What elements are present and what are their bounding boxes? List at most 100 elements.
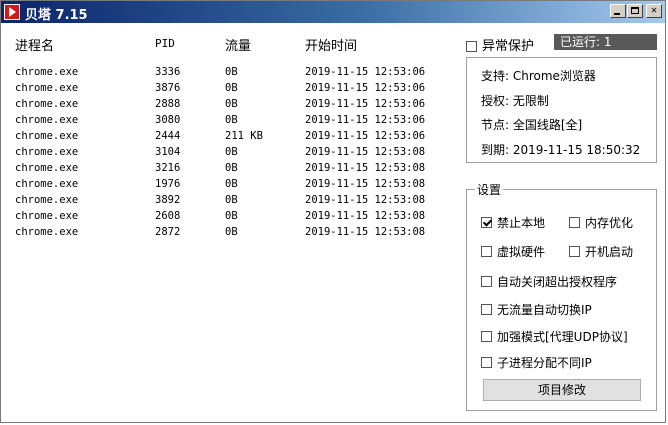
abnormal-protect-label: 异常保护 xyxy=(482,39,535,54)
virtual-hardware-checkbox[interactable]: 虚拟硬件 xyxy=(481,243,545,260)
auto-switch-ip-label: 无流量自动切换IP xyxy=(497,303,592,317)
child-different-ip-checkbox[interactable]: 子进程分配不同IP xyxy=(481,354,592,371)
info-node: 节点: 全国线路[全] xyxy=(481,118,583,132)
disable-local-label: 禁止本地 xyxy=(497,216,546,230)
child-different-ip-label: 子进程分配不同IP xyxy=(497,356,592,370)
cell-time: 2019-11-15 12:53:06 xyxy=(305,98,426,110)
cell-flow: 0B xyxy=(225,178,238,190)
client-area: 进程名 PID 流量 开始时间 chrome.exe 3336 0B 2019-11-… xyxy=(1,23,665,422)
cell-pid: 1976 xyxy=(155,178,181,190)
info-support: 支持: Chrome浏览器 xyxy=(481,69,596,83)
cell-flow: 0B xyxy=(225,194,238,206)
maximize-button[interactable] xyxy=(627,4,643,18)
checkbox-box[interactable] xyxy=(481,246,492,257)
col-header-flow: 流量 xyxy=(225,39,252,54)
cell-pid: 3080 xyxy=(155,114,181,126)
cell-name: chrome.exe xyxy=(15,130,79,142)
cell-pid: 3104 xyxy=(155,146,181,158)
process-list[interactable]: 进程名 PID 流量 开始时间 chrome.exe 3336 0B 2019-11-… xyxy=(1,23,459,422)
cell-flow: 0B xyxy=(225,114,238,126)
close-button[interactable]: ✕ xyxy=(646,4,662,18)
auto-switch-ip-checkbox[interactable]: 无流量自动切换IP xyxy=(481,301,592,318)
cell-name: chrome.exe xyxy=(15,98,79,110)
cell-time: 2019-11-15 12:53:06 xyxy=(305,130,426,142)
cell-name: chrome.exe xyxy=(15,82,79,94)
cell-pid: 3876 xyxy=(155,82,181,94)
table-row[interactable]: chrome.exe 3080 0B 2019-11-15 12:53:06 xyxy=(1,112,459,128)
cell-pid: 2444 xyxy=(155,130,181,142)
cell-flow: 0B xyxy=(225,226,238,238)
info-panel: 支持: Chrome浏览器 授权: 无限制 节点: 全国线路[全] 到期: 20… xyxy=(466,57,657,163)
cell-pid: 3336 xyxy=(155,66,181,78)
cell-flow: 211 KB xyxy=(225,130,263,142)
cell-name: chrome.exe xyxy=(15,226,79,238)
memory-optimize-label: 内存优化 xyxy=(585,216,634,230)
memory-optimize-checkbox[interactable]: 内存优化 xyxy=(569,214,633,231)
checkbox-box[interactable] xyxy=(569,217,580,228)
cell-time: 2019-11-15 12:53:06 xyxy=(305,82,426,94)
cell-pid: 2888 xyxy=(155,98,181,110)
cell-pid: 3892 xyxy=(155,194,181,206)
cell-pid: 2608 xyxy=(155,210,181,222)
cell-name: chrome.exe xyxy=(15,194,79,206)
checkbox-box[interactable] xyxy=(481,357,492,368)
cell-flow: 0B xyxy=(225,66,238,78)
checkbox-box[interactable] xyxy=(569,246,580,257)
checkbox-box[interactable] xyxy=(466,41,477,52)
col-header-start-time: 开始时间 xyxy=(305,39,358,54)
cell-pid: 3216 xyxy=(155,162,181,174)
title-bar[interactable]: 贝塔 7.15 ✕ xyxy=(1,1,665,23)
cell-name: chrome.exe xyxy=(15,162,79,174)
settings-group: 设置 禁止本地 内存优化 虚拟硬件 开机启动 自动关闭超出授权程序 无流量自动切… xyxy=(466,181,657,411)
table-row[interactable]: chrome.exe 2872 0B 2019-11-15 12:53:08 xyxy=(1,224,459,240)
cell-time: 2019-11-15 12:53:06 xyxy=(305,114,426,126)
virtual-hardware-label: 虚拟硬件 xyxy=(497,245,546,259)
cell-name: chrome.exe xyxy=(15,146,79,158)
table-row[interactable]: chrome.exe 2608 0B 2019-11-15 12:53:08 xyxy=(1,208,459,224)
cell-time: 2019-11-15 12:53:08 xyxy=(305,178,426,190)
cell-name: chrome.exe xyxy=(15,66,79,78)
checkbox-box[interactable] xyxy=(481,276,492,287)
cell-pid: 2872 xyxy=(155,226,181,238)
table-row[interactable]: chrome.exe 3876 0B 2019-11-15 12:53:06 xyxy=(1,80,459,96)
cell-time: 2019-11-15 12:53:08 xyxy=(305,162,426,174)
col-header-pid: PID xyxy=(155,37,175,50)
window-title: 贝塔 7.15 xyxy=(25,8,88,23)
table-row[interactable]: chrome.exe 3892 0B 2019-11-15 12:53:08 xyxy=(1,192,459,208)
main-window: 贝塔 7.15 ✕ 进程名 PID 流量 开始时间 chrome.exe 3336… xyxy=(0,0,666,423)
cell-time: 2019-11-15 12:53:08 xyxy=(305,210,426,222)
enhanced-mode-checkbox[interactable]: 加强模式[代理UDP协议] xyxy=(481,328,628,345)
settings-title: 设置 xyxy=(475,181,504,198)
cell-name: chrome.exe xyxy=(15,210,79,222)
cell-time: 2019-11-15 12:53:08 xyxy=(305,194,426,206)
cell-name: chrome.exe xyxy=(15,178,79,190)
abnormal-protect-checkbox[interactable]: 异常保护 xyxy=(466,35,534,54)
cell-flow: 0B xyxy=(225,162,238,174)
table-row[interactable]: chrome.exe 2888 0B 2019-11-15 12:53:06 xyxy=(1,96,459,112)
table-row[interactable]: chrome.exe 3216 0B 2019-11-15 12:53:08 xyxy=(1,160,459,176)
boot-start-label: 开机启动 xyxy=(585,245,634,259)
edit-project-button[interactable]: 项目修改 xyxy=(483,379,641,401)
table-row[interactable]: chrome.exe 2444 211 KB 2019-11-15 12:53:06 xyxy=(1,128,459,144)
table-row[interactable]: chrome.exe 1976 0B 2019-11-15 12:53:08 xyxy=(1,176,459,192)
cell-flow: 0B xyxy=(225,82,238,94)
cell-name: chrome.exe xyxy=(15,114,79,126)
cell-time: 2019-11-15 12:53:06 xyxy=(305,66,426,78)
cell-time: 2019-11-15 12:53:08 xyxy=(305,146,426,158)
checkbox-box[interactable] xyxy=(481,331,492,342)
checkbox-box[interactable] xyxy=(481,304,492,315)
cell-time: 2019-11-15 12:53:08 xyxy=(305,226,426,238)
auto-close-checkbox[interactable]: 自动关闭超出授权程序 xyxy=(481,273,617,290)
info-auth: 授权: 无限制 xyxy=(481,94,549,108)
info-expire: 到期: 2019-11-15 18:50:32 xyxy=(481,143,641,157)
disable-local-checkbox[interactable]: 禁止本地 xyxy=(481,214,545,231)
cell-flow: 0B xyxy=(225,146,238,158)
col-header-name: 进程名 xyxy=(15,39,55,54)
table-row[interactable]: chrome.exe 3336 0B 2019-11-15 12:53:06 xyxy=(1,64,459,80)
checkbox-box[interactable] xyxy=(481,217,492,228)
boot-start-checkbox[interactable]: 开机启动 xyxy=(569,243,633,260)
minimize-button[interactable] xyxy=(610,4,626,18)
app-logo-icon xyxy=(4,4,20,20)
cell-flow: 0B xyxy=(225,98,238,110)
table-row[interactable]: chrome.exe 3104 0B 2019-11-15 12:53:08 xyxy=(1,144,459,160)
